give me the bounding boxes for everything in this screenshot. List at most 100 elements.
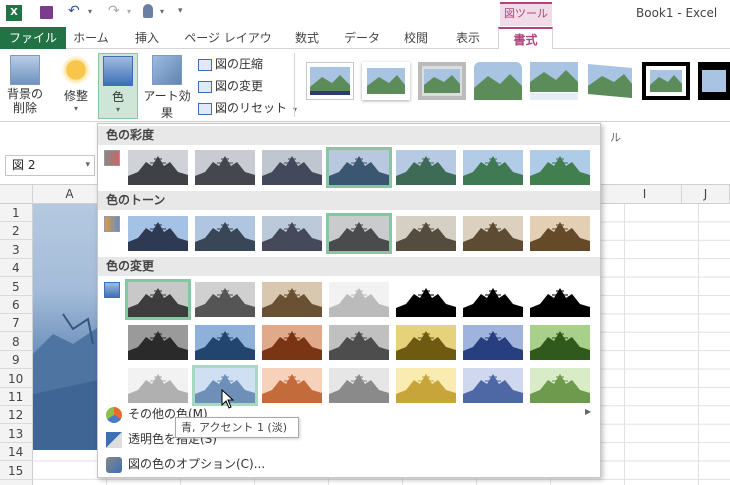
row-header-13[interactable]: 13 [0,425,33,443]
corrections-dropdown-icon: ▾ [73,104,78,113]
customize-qat-icon[interactable]: ▾ [178,6,183,16]
color-variant-thumbnail-r4-c5[interactable] [396,325,456,360]
color-variant-thumbnail-r4-c1[interactable] [128,325,188,360]
row-header-1[interactable]: 1 [0,204,33,222]
row-header-12[interactable]: 12 [0,406,33,425]
color-variant-thumbnail-r3-c4[interactable] [329,282,389,317]
row-header-9[interactable]: 9 [0,351,33,370]
tab-review[interactable]: 校閲 [400,27,432,49]
corrections-button[interactable]: 修整 ▾ [56,53,96,119]
color-variant-thumbnail-r2-c1[interactable] [128,216,188,251]
row-header-7[interactable]: 7 [0,314,33,333]
color-variant-thumbnail-r3-c1[interactable] [125,279,191,320]
picture-style-4[interactable] [474,62,522,100]
ribbon-tabs: ファイル ホーム 挿入 ページ レイアウト 数式 データ 校閲 表示 書式 [0,27,730,67]
undo-dropdown-icon[interactable]: ▾ [88,7,92,16]
save-icon[interactable] [40,6,53,19]
color-variant-thumbnail-r4-c3[interactable] [262,325,322,360]
color-icon [103,56,133,86]
artistic-effects-icon [152,55,182,85]
row-header-5[interactable]: 5 [0,278,33,296]
tab-home[interactable]: ホーム [72,27,110,49]
touch-dropdown-icon[interactable]: ▾ [160,7,164,16]
color-variant-thumbnail-r1-c6[interactable] [463,150,523,185]
color-variant-thumbnail-r2-c3[interactable] [262,216,322,251]
row-header-4[interactable]: 4 [0,259,33,278]
row-header-6[interactable]: 6 [0,296,33,314]
tab-data[interactable]: データ [344,27,380,49]
color-variant-thumbnail-r1-c7[interactable] [530,150,590,185]
tab-view[interactable]: 表示 [452,27,484,49]
color-variant-thumbnail-r4-c2[interactable] [195,325,255,360]
row-header-8[interactable]: 8 [0,333,33,351]
color-variant-thumbnail-r2-c7[interactable] [530,216,590,251]
color-variant-thumbnail-r3-c7[interactable] [530,282,590,317]
color-variant-thumbnail-r4-c6[interactable] [463,325,523,360]
name-box-dropdown-icon[interactable]: ▾ [85,156,90,175]
color-button[interactable]: 色 ▾ [98,53,138,119]
change-picture-button[interactable]: 図の変更 [198,77,263,96]
row-header-15[interactable]: 15 [0,462,33,480]
redo-icon[interactable]: ↷ [108,3,120,19]
remove-background-icon [10,55,40,85]
undo-icon[interactable]: ↶ [68,3,80,19]
color-variant-thumbnail-r5-c5[interactable] [396,368,456,403]
row-header-2[interactable]: 2 [0,222,33,241]
tab-page-layout[interactable]: ページ レイアウト [184,27,272,67]
touch-mode-icon[interactable] [143,4,153,18]
ribbon: 背景の 削除 修整 ▾ 色 ▾ アート効果 ▾ 図の圧縮 図の変更 図のリセット… [0,49,730,144]
color-variant-thumbnail-r3-c5[interactable] [396,282,456,317]
column-header-a[interactable]: A [33,185,107,204]
color-variant-thumbnail-r5-c4[interactable] [329,368,389,403]
picture-color-options-menu-item[interactable]: 図の色のオプション(C)... [106,454,265,474]
color-variant-thumbnail-r5-c1[interactable] [128,368,188,403]
picture-style-3[interactable] [418,62,466,100]
remove-background-label-2: 削除 [12,101,37,115]
color-variant-thumbnail-r4-c4[interactable] [329,325,389,360]
row-header-10[interactable]: 10 [0,370,33,388]
picture-style-8[interactable] [698,62,730,100]
inserted-picture[interactable] [33,204,103,450]
color-variant-thumbnail-r1-c5[interactable] [396,150,456,185]
reset-picture-button[interactable]: 図のリセット ▾ [198,99,297,118]
section-color-tone: 色のトーン [98,191,600,210]
tab-formulas[interactable]: 数式 [292,27,322,49]
name-box[interactable]: 図 2 ▾ [5,155,95,176]
row-header-3[interactable]: 3 [0,241,33,259]
color-variant-thumbnail-r1-c1[interactable] [128,150,188,185]
color-variant-thumbnail-r5-c7[interactable] [530,368,590,403]
transparent-pen-icon [106,431,122,448]
color-variant-thumbnail-r5-c6[interactable] [463,368,523,403]
color-variant-thumbnail-r2-c5[interactable] [396,216,456,251]
artistic-effects-button[interactable]: アート効果 ▾ [140,53,194,130]
column-header-j[interactable]: J [682,185,730,204]
row-header-11[interactable]: 11 [0,388,33,406]
picture-style-1[interactable] [306,62,354,100]
color-label: 色 [111,90,124,104]
color-variant-thumbnail-r1-c2[interactable] [195,150,255,185]
redo-dropdown-icon[interactable]: ▾ [127,7,131,16]
tab-format[interactable]: 書式 [498,27,553,50]
picture-style-5[interactable] [530,62,578,100]
tab-insert[interactable]: 挿入 [130,27,164,49]
column-header-i[interactable]: I [608,185,682,204]
column-header-corner[interactable] [0,185,33,204]
color-variant-thumbnail-r3-c6[interactable] [463,282,523,317]
color-variant-thumbnail-r4-c7[interactable] [530,325,590,360]
tab-file[interactable]: ファイル [0,27,66,49]
color-variant-thumbnail-r2-c4[interactable] [326,213,392,254]
remove-background-button[interactable]: 背景の 削除 [4,53,46,119]
color-variant-thumbnail-r1-c4[interactable] [326,147,392,188]
compress-pictures-button[interactable]: 図の圧縮 [198,55,263,74]
picture-style-6[interactable] [586,62,634,100]
color-variant-thumbnail-r2-c6[interactable] [463,216,523,251]
color-variant-thumbnail-r1-c3[interactable] [262,150,322,185]
color-variant-thumbnail-r3-c2[interactable] [195,282,255,317]
row-header-14[interactable]: 14 [0,443,33,462]
color-variant-thumbnail-r2-c2[interactable] [195,216,255,251]
compress-icon [198,58,212,71]
picture-style-2[interactable] [362,62,410,100]
color-variant-thumbnail-r3-c3[interactable] [262,282,322,317]
color-variant-thumbnail-r5-c3[interactable] [262,368,322,403]
picture-style-7[interactable] [642,62,690,100]
